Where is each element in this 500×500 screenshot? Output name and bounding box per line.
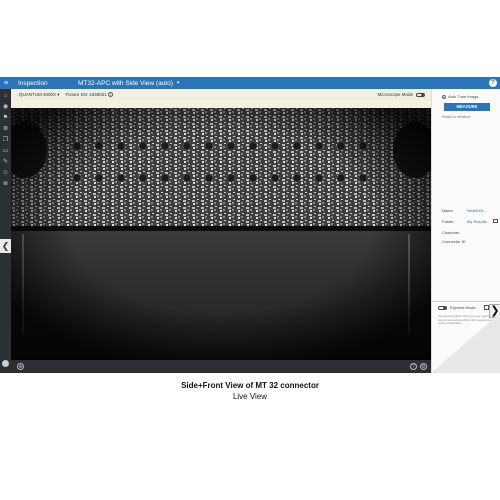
status-strip	[11, 100, 431, 108]
plus-icon: +	[442, 94, 446, 99]
target-icon[interactable]: ⊕	[17, 363, 24, 370]
live-view-image[interactable]	[11, 108, 431, 360]
microscope-mode-toggle[interactable]	[416, 92, 425, 97]
express-mode: Express Mode	[438, 305, 476, 310]
microscope-mode: Microscope Mode	[377, 92, 425, 97]
avatar[interactable]	[2, 360, 9, 367]
folder-label: Folder	[442, 219, 454, 224]
auto-tune-label: Auto Tune Image	[448, 94, 479, 99]
microscope-mode-label: Microscope Mode	[377, 92, 413, 97]
right-panel: + Auto Tune Image MEASURE Ready to measu…	[431, 89, 500, 373]
auto-tune-link[interactable]: + Auto Tune Image	[442, 94, 478, 99]
section-title: Inspection	[18, 79, 48, 87]
hamburger-icon[interactable]: ≡	[0, 80, 12, 87]
device-toolbar: QUANTUM 4000X ▾ Fixture SN: 4348021 i Mi…	[11, 89, 431, 100]
customer-label: Customer	[442, 230, 460, 235]
list-icon[interactable]: ≣	[2, 126, 9, 133]
home-icon[interactable]: ⌂	[2, 93, 9, 100]
name-field[interactable]: New0000	[467, 208, 484, 213]
measure-button[interactable]: MEASURE	[444, 103, 490, 111]
chevron-down-icon[interactable]: ▾	[177, 80, 180, 86]
users-icon[interactable]: ☺	[2, 170, 9, 177]
panel-corner-shade	[431, 313, 500, 373]
caption-title: Side+Front View of MT 32 connector	[181, 381, 319, 390]
app-header: ≡ Inspection MT32-APC with Side View (au…	[0, 77, 500, 89]
panel-divider	[432, 301, 500, 302]
settings-icon[interactable]: ⚙	[420, 363, 427, 370]
connector-id-label: Connector ID	[442, 239, 466, 244]
wrench-icon[interactable]: ✎	[2, 159, 9, 166]
express-mode-label: Express Mode	[450, 305, 476, 310]
copy-icon[interactable]: ❐	[2, 137, 9, 144]
app-window: ≡ Inspection MT32-APC with Side View (au…	[0, 77, 500, 373]
info-icon[interactable]: i	[107, 92, 113, 97]
ready-status: Ready to measure	[442, 115, 471, 119]
device-selector[interactable]: QUANTUM 4000X ▾	[19, 92, 60, 98]
viewer-statusbar: ⊕ ? ⚙	[11, 360, 431, 373]
close-circle-icon[interactable]: ⊗	[2, 181, 9, 188]
question-icon[interactable]: ?	[410, 363, 417, 370]
name-label: Name	[442, 208, 453, 213]
express-mode-toggle[interactable]	[438, 305, 447, 310]
left-nav: ⌂ ◉ ⚑ ≣ ❐ ▭ ✎ ☺ ⊗ ❮	[0, 89, 11, 373]
help-icon[interactable]: ?	[489, 79, 497, 87]
folder-browse-icon[interactable]	[493, 219, 498, 223]
fixture-serial: Fixture SN: 4348021	[65, 92, 107, 97]
collapse-arrow-icon[interactable]: ❮	[0, 239, 11, 253]
document-title[interactable]: MT32-APC with Side View (auto)	[78, 80, 173, 87]
flag-icon[interactable]: ⚑	[2, 115, 9, 122]
caption-subtitle: Live View	[232, 392, 268, 401]
folder-icon[interactable]: ▭	[2, 148, 9, 155]
globe-icon[interactable]: ◉	[2, 104, 9, 111]
folder-field[interactable]: My Results	[467, 219, 487, 224]
